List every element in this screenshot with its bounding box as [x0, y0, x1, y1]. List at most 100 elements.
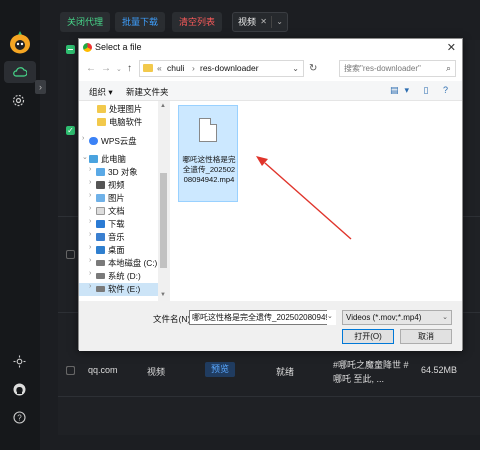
tree-item-drive-c[interactable]: › 本地磁盘 (C:) — [79, 257, 158, 270]
new-folder-button[interactable]: 新建文件夹 — [126, 86, 169, 98]
picture-icon — [96, 194, 105, 202]
recent-chevron-icon[interactable]: ⌄ — [116, 65, 122, 73]
file-icon — [199, 118, 217, 142]
breadcrumb-separator: › — [192, 63, 195, 73]
filename-input[interactable]: 哪吒这性格是完全遗传_20250208094942 — [189, 310, 334, 325]
organize-menu[interactable]: 组织 ▾ — [89, 86, 113, 98]
settings-gear-icon[interactable] — [12, 94, 25, 107]
back-arrow-icon[interactable]: ← — [86, 63, 96, 74]
forward-arrow-icon[interactable]: → — [101, 63, 111, 74]
folder-icon — [97, 105, 106, 113]
chevron-right-icon: › — [39, 82, 42, 92]
music-icon — [96, 233, 105, 241]
batch-download-button[interactable]: 批量下载 — [115, 12, 166, 32]
clear-x-icon[interactable]: ✕ — [260, 13, 267, 31]
command-bar: 组织 ▾ 新建文件夹 ▤▾ ▯ ? — [79, 81, 462, 101]
svg-text:?: ? — [17, 413, 22, 422]
cube-icon — [96, 168, 105, 176]
download-icon — [96, 220, 105, 228]
theme-sun-icon[interactable] — [13, 355, 26, 368]
view-icon: ▤▾ — [389, 85, 415, 95]
preview-pane-icon: ▯ — [423, 85, 435, 95]
scroll-up-icon[interactable]: ▲ — [160, 103, 166, 109]
close-icon[interactable]: ✕ — [447, 41, 456, 54]
tree-item-processed-images[interactable]: 处理图片 — [79, 103, 158, 116]
chrome-icon — [83, 43, 92, 52]
search-box[interactable]: 搜索"res-downloader" ⌕ — [339, 60, 456, 77]
desktop-icon — [96, 246, 105, 254]
dialog-footer: 文件名(N): 哪吒这性格是完全遗传_20250208094942 ⌄ Vide… — [79, 301, 462, 351]
file-dialog: Select a file ✕ ← → ⌄ ↑ « chuli › res-do… — [78, 38, 463, 351]
row-checkbox[interactable]: ✓ — [66, 126, 75, 135]
document-icon — [96, 207, 105, 215]
collapse-chevron-icon[interactable]: ⌄ — [82, 153, 88, 161]
expand-chevron-icon[interactable]: › — [82, 135, 84, 142]
drive-icon — [96, 260, 105, 266]
clear-list-button[interactable]: 清空列表 — [172, 12, 223, 32]
filename-dropdown-icon[interactable]: ⌄ — [327, 310, 336, 325]
file-type-select[interactable]: Videos (*.mov;*.mp4) ⌄ — [342, 310, 452, 325]
tree-item-pictures[interactable]: › 图片 — [79, 192, 158, 205]
scroll-down-icon[interactable]: ▼ — [160, 292, 166, 298]
drive-icon — [96, 286, 105, 292]
cloud-icon — [13, 67, 27, 77]
search-placeholder: 搜索"res-downloader" — [344, 64, 421, 73]
navigation-bar: ← → ⌄ ↑ « chuli › res-downloader ⌄ ↻ 搜索"… — [79, 57, 462, 81]
row-status: 就绪 — [276, 367, 295, 377]
row-checkbox[interactable] — [66, 366, 75, 375]
tree-item-wps-cloud[interactable]: › WPS云盘 — [79, 135, 158, 148]
folder-icon — [97, 118, 106, 126]
tree-item-pc-software[interactable]: 电脑软件 — [79, 116, 158, 129]
chevron-down-icon[interactable]: ⌄ — [276, 13, 283, 31]
folder-icon — [143, 64, 153, 72]
preview-button[interactable]: 预览 — [205, 362, 235, 377]
address-dropdown-icon[interactable]: ⌄ — [292, 61, 299, 76]
file-item[interactable]: 哪吒这性格是完全遗传_20250208094942.mp4 — [178, 105, 238, 202]
breadcrumb-res-downloader[interactable]: res-downloader — [200, 61, 259, 76]
view-options[interactable]: ▤▾ ▯ ? — [390, 85, 454, 96]
sidebar-cloud-button[interactable] — [4, 61, 36, 83]
app-logo-icon — [10, 31, 30, 54]
app-sidebar: › ? — [0, 0, 46, 450]
stop-proxy-button[interactable]: 关闭代理 — [60, 12, 111, 32]
select-all-checkbox[interactable] — [66, 45, 75, 54]
refresh-icon[interactable]: ↻ — [309, 63, 317, 74]
open-button[interactable]: 打开(O) — [342, 329, 394, 344]
chevron-down-icon: ⌄ — [442, 314, 448, 321]
cancel-button[interactable]: 取消 — [400, 329, 452, 344]
row-size: 64.52MB — [421, 365, 458, 375]
navigation-scrollbar[interactable]: ▲ ▼ — [158, 101, 169, 301]
row-description-line1: #哪吒之魔童降世 # — [333, 360, 409, 370]
help-icon: ? — [442, 85, 454, 95]
file-name: 哪吒这性格是完全遗传_20250208094942.mp4 — [182, 155, 236, 184]
tree-item-music[interactable]: › 音乐 — [79, 231, 158, 244]
github-icon[interactable] — [13, 383, 26, 396]
divider — [271, 16, 272, 28]
tree-item-drive-e[interactable]: › 软件 (E:) — [79, 283, 158, 296]
tree-item-documents[interactable]: › 文档 — [79, 205, 158, 218]
tree-item-downloads[interactable]: › 下载 — [79, 218, 158, 231]
dialog-titlebar: Select a file ✕ — [79, 39, 462, 57]
help-icon[interactable]: ? — [13, 411, 26, 424]
address-bar[interactable]: « chuli › res-downloader ⌄ — [139, 60, 304, 77]
tree-item-this-pc[interactable]: ⌄ 此电脑 — [79, 153, 158, 166]
breadcrumb-overflow[interactable]: « — [157, 61, 162, 76]
tree-item-desktop[interactable]: › 桌面 — [79, 244, 158, 257]
row-domain: qq.com — [88, 365, 118, 375]
file-type-value: Videos (*.mov;*.mp4) — [346, 313, 422, 322]
breadcrumb-chuli[interactable]: chuli — [167, 61, 184, 76]
type-filter-select[interactable]: 视频 ✕ ⌄ — [232, 12, 288, 32]
up-arrow-icon[interactable]: ↑ — [127, 63, 132, 74]
row-checkbox[interactable] — [66, 250, 75, 259]
app-toolbar: 关闭代理 批量下载 清空列表 视频 ✕ ⌄ — [40, 0, 480, 40]
computer-icon — [89, 155, 98, 163]
video-icon — [96, 181, 105, 189]
dialog-title: Select a file — [95, 42, 142, 52]
search-icon: ⌕ — [445, 63, 451, 73]
scrollbar-thumb[interactable] — [160, 173, 167, 268]
tree-item-drive-d[interactable]: › 系统 (D:) — [79, 270, 158, 283]
tree-item-3d-objects[interactable]: › 3D 对象 — [79, 166, 158, 179]
sidebar-collapse-button[interactable]: › — [35, 80, 46, 94]
tree-item-videos[interactable]: › 视频 — [79, 179, 158, 192]
navigation-pane: 处理图片 电脑软件 › WPS云盘 ⌄ 此电脑 › 3D 对象 › 视频 › 图… — [79, 101, 169, 301]
